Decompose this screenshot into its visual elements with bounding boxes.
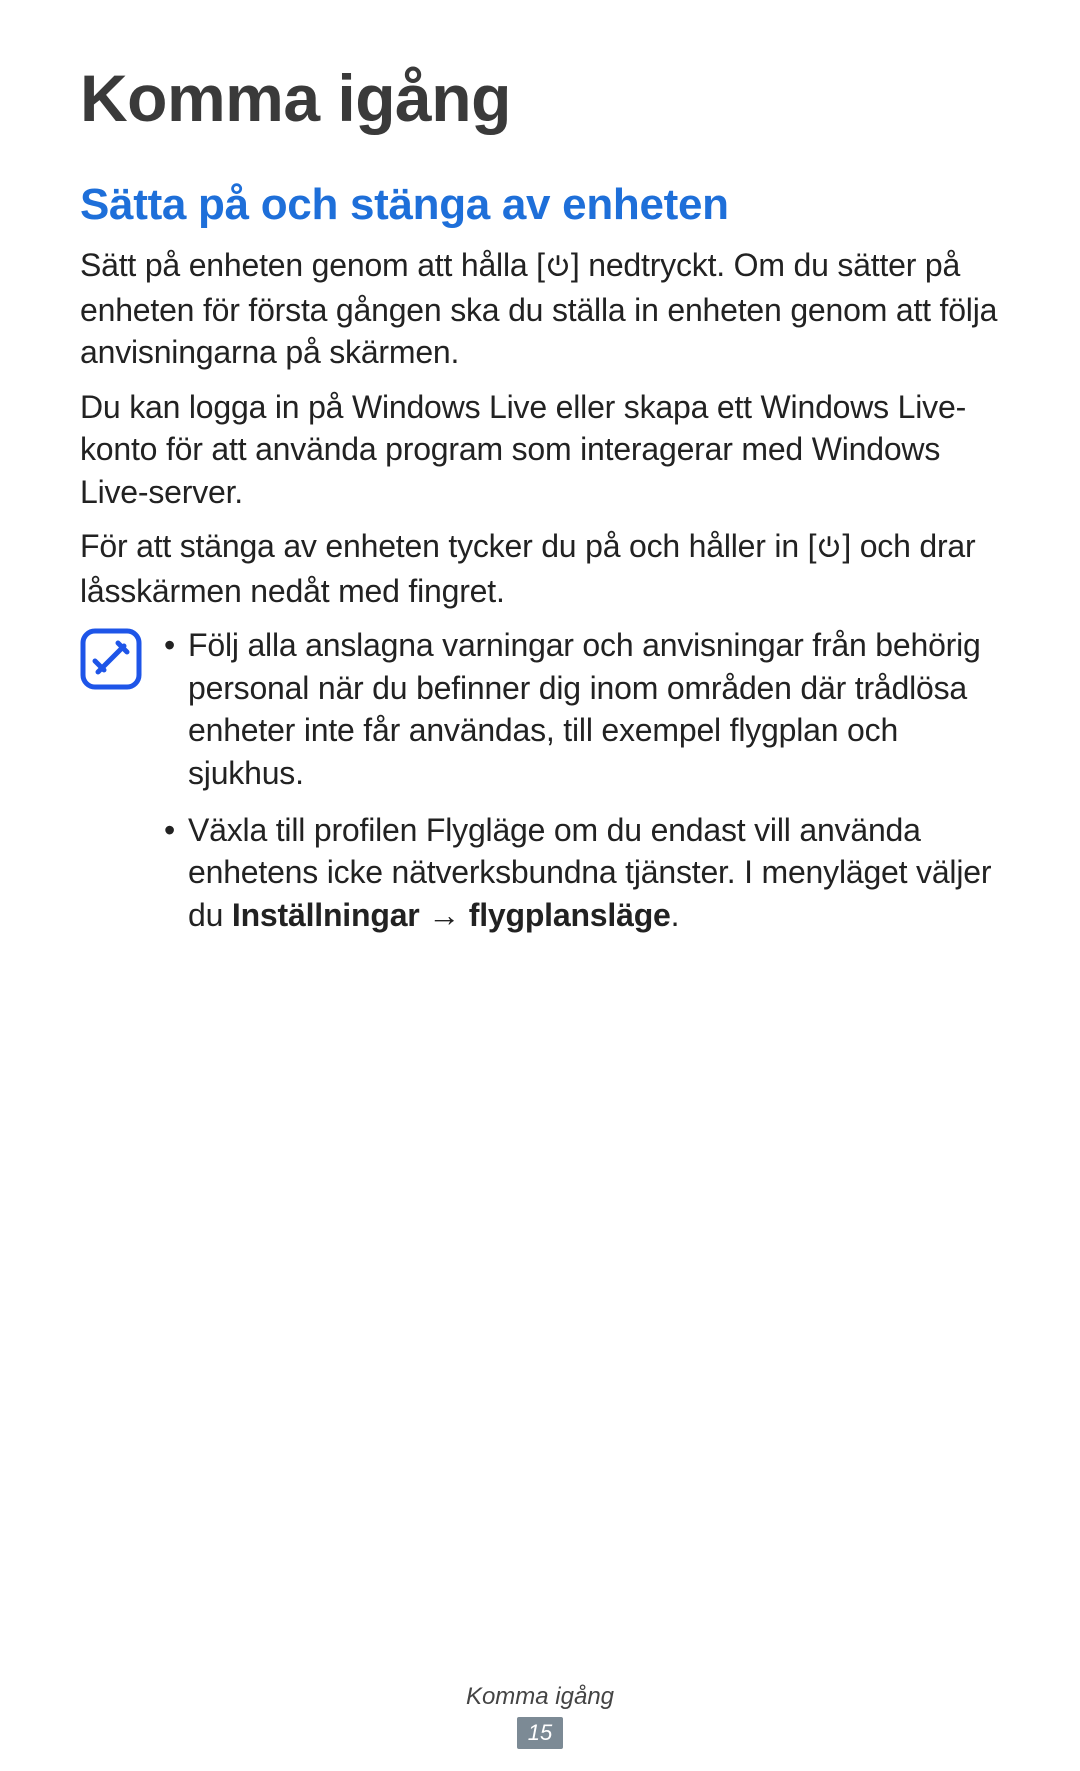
bullet-marker: • (164, 624, 188, 667)
b2-bold1: Inställningar (232, 897, 420, 933)
b2-bold2: flygplansläge (469, 897, 671, 933)
footer-section-label: Komma igång (0, 1683, 1080, 1711)
document-page: Komma igång Sätta på och stänga av enhet… (0, 0, 1080, 1771)
list-item: • Följ alla anslagna varningar och anvis… (164, 624, 1000, 794)
section-heading: Sätta på och stänga av enheten (80, 180, 1000, 230)
bullet-text-2: Växla till profilen Flygläge om du endas… (188, 809, 1000, 937)
bullet-text-1: Följ alla anslagna varningar och anvisni… (188, 624, 1000, 794)
page-number-badge: 15 (517, 1717, 563, 1749)
bullet-marker: • (164, 809, 188, 852)
note-icon (80, 628, 142, 690)
page-footer: Komma igång 15 (0, 1683, 1080, 1749)
b2-suffix: . (671, 897, 680, 933)
paragraph-1: Sätt på enheten genom att hålla [] nedtr… (80, 244, 1000, 374)
b2-arrow: → (420, 897, 469, 933)
p3-text-before: För att stänga av enheten tycker du på o… (80, 528, 816, 564)
page-title: Komma igång (80, 60, 1000, 136)
power-icon (816, 527, 842, 570)
paragraph-3: För att stänga av enheten tycker du på o… (80, 525, 1000, 612)
p1-text-before: Sätt på enheten genom att hålla [ (80, 247, 545, 283)
note-block: • Följ alla anslagna varningar och anvis… (80, 624, 1000, 950)
list-item: • Växla till profilen Flygläge om du end… (164, 809, 1000, 937)
paragraph-2: Du kan logga in på Windows Live eller sk… (80, 386, 1000, 514)
note-content: • Följ alla anslagna varningar och anvis… (164, 624, 1000, 950)
power-icon (545, 246, 571, 289)
